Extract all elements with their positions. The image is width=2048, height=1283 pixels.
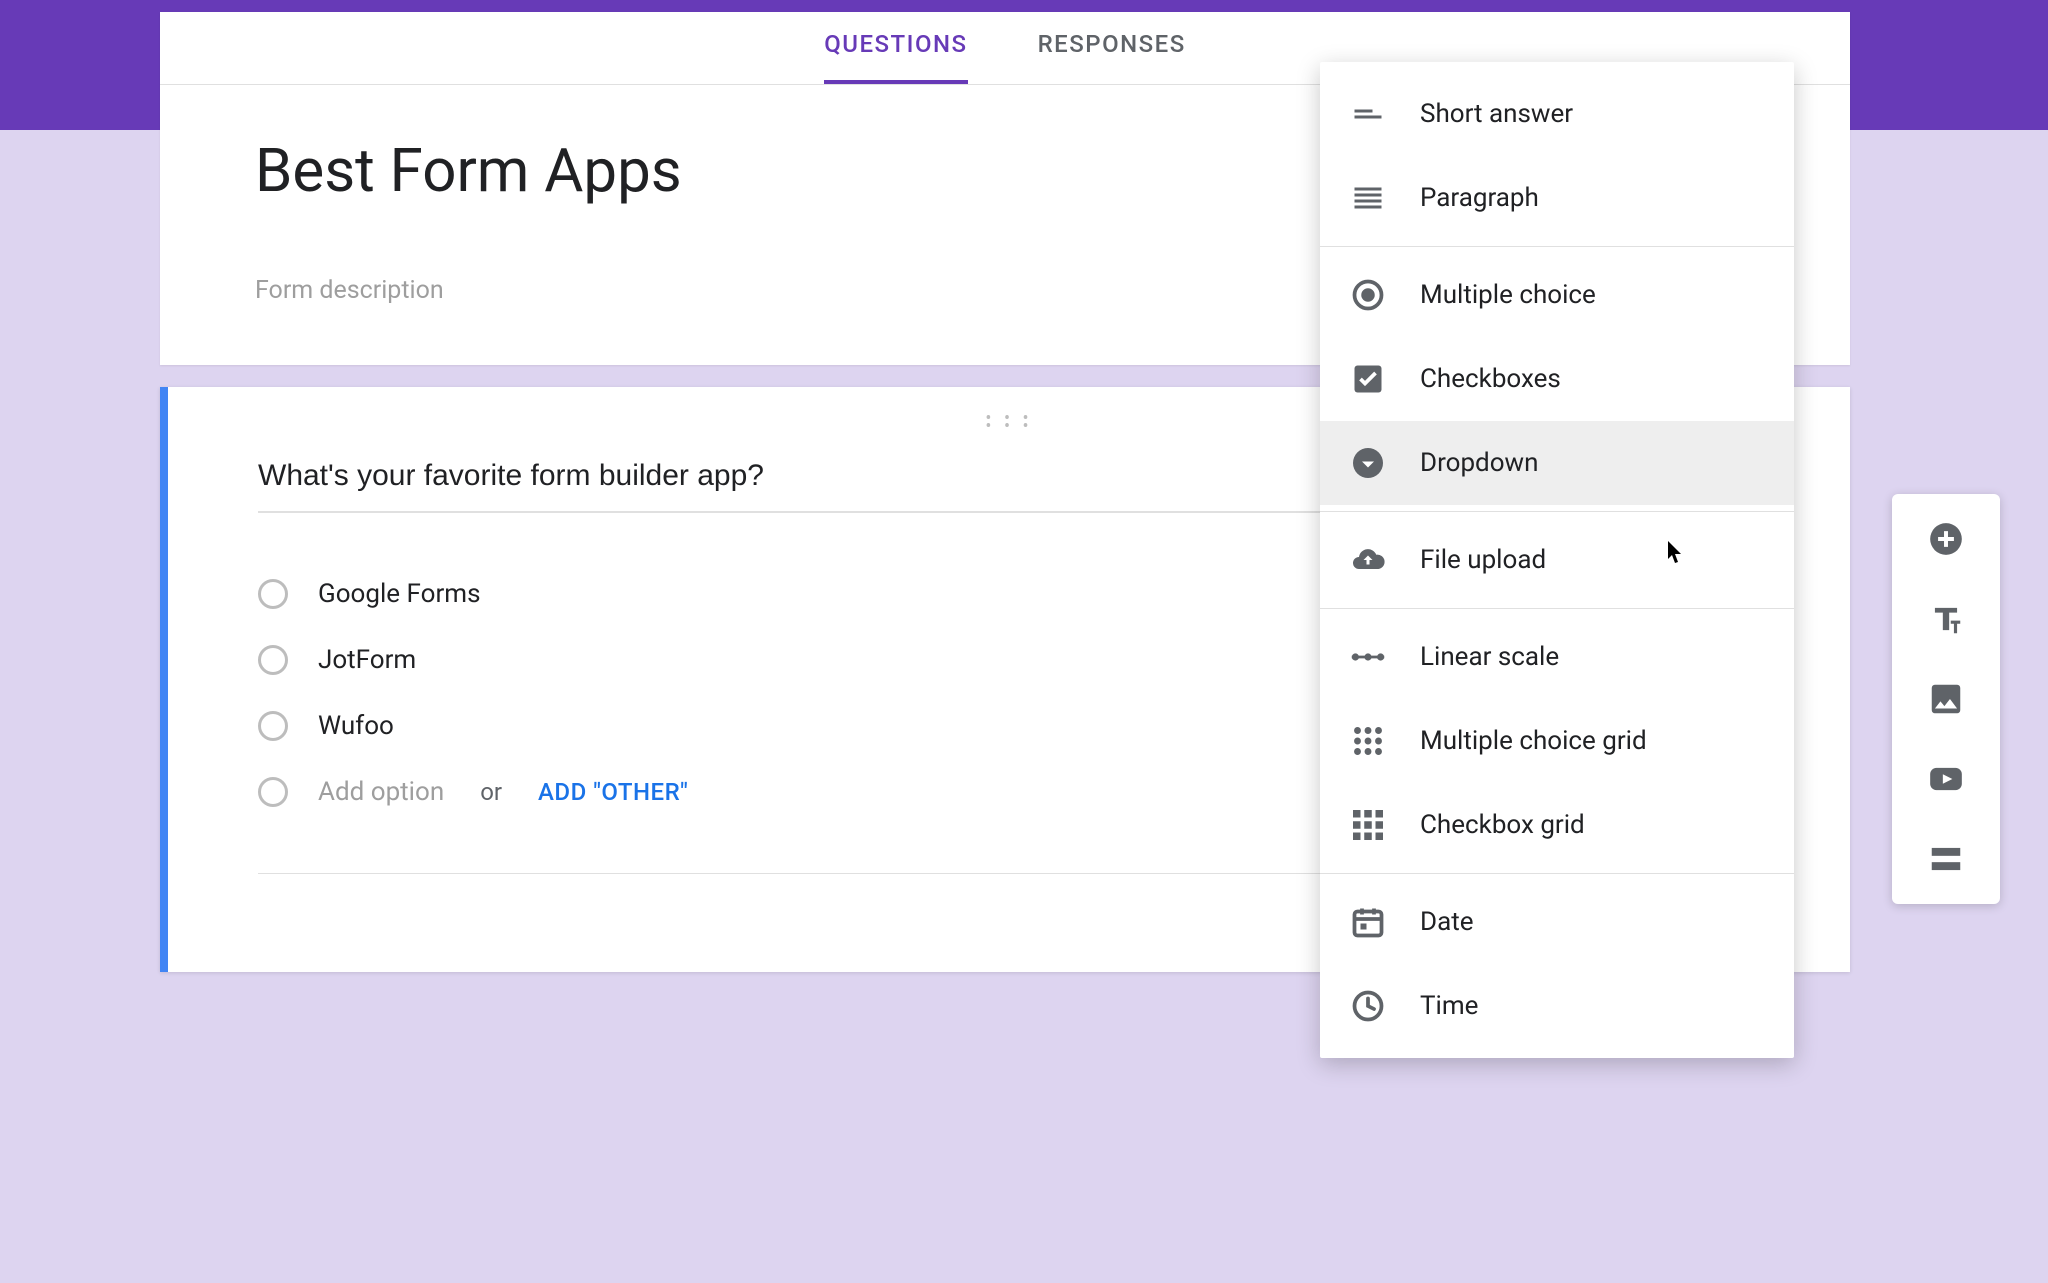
grid-squares-icon [1350, 807, 1386, 843]
paragraph-icon [1350, 180, 1386, 216]
add-other-button[interactable]: ADD "OTHER" [538, 778, 688, 806]
menu-item-label: Linear scale [1420, 642, 1559, 672]
menu-item-multiple-choice[interactable]: Multiple choice [1320, 253, 1794, 337]
menu-item-label: Multiple choice grid [1420, 726, 1647, 756]
add-video-icon[interactable] [1927, 760, 1965, 798]
floating-toolbar [1892, 494, 2000, 904]
menu-item-label: File upload [1420, 545, 1546, 575]
calendar-icon [1350, 904, 1386, 940]
cursor-icon [1668, 541, 1686, 571]
radio-empty-icon [258, 645, 288, 675]
menu-separator [1320, 608, 1794, 609]
menu-item-paragraph[interactable]: Paragraph [1320, 156, 1794, 240]
menu-item-mc-grid[interactable]: Multiple choice grid [1320, 699, 1794, 783]
menu-item-label: Checkboxes [1420, 364, 1561, 394]
checkbox-icon [1350, 361, 1386, 397]
menu-separator [1320, 246, 1794, 247]
menu-item-label: Multiple choice [1420, 280, 1596, 310]
menu-item-cb-grid[interactable]: Checkbox grid [1320, 783, 1794, 867]
tab-responses[interactable]: RESPONSES [1038, 30, 1186, 84]
menu-item-label: Date [1420, 907, 1474, 937]
menu-item-short-answer[interactable]: Short answer [1320, 72, 1794, 156]
tab-questions[interactable]: QUESTIONS [824, 30, 967, 84]
option-label[interactable]: Google Forms [318, 579, 481, 609]
add-title-icon[interactable] [1927, 600, 1965, 638]
menu-item-label: Checkbox grid [1420, 810, 1585, 840]
add-image-icon[interactable] [1927, 680, 1965, 718]
radio-empty-icon [258, 777, 288, 807]
question-type-menu: Short answer Paragraph Multiple choice C… [1320, 62, 1794, 1058]
dropdown-icon [1350, 445, 1386, 481]
menu-item-checkboxes[interactable]: Checkboxes [1320, 337, 1794, 421]
or-label: or [480, 778, 502, 806]
grid-dots-icon [1350, 723, 1386, 759]
add-question-icon[interactable] [1927, 520, 1965, 558]
cloud-upload-icon [1350, 542, 1386, 578]
menu-separator [1320, 511, 1794, 512]
add-section-icon[interactable] [1927, 840, 1965, 878]
add-option-button[interactable]: Add option [318, 777, 444, 807]
menu-item-label: Time [1420, 991, 1478, 1021]
radio-empty-icon [258, 579, 288, 609]
menu-item-linear-scale[interactable]: Linear scale [1320, 615, 1794, 699]
menu-item-label: Short answer [1420, 99, 1573, 129]
radio-empty-icon [258, 711, 288, 741]
menu-item-label: Paragraph [1420, 183, 1539, 213]
option-label[interactable]: Wufoo [318, 711, 394, 741]
radio-icon [1350, 277, 1386, 313]
menu-item-file-upload[interactable]: File upload [1320, 518, 1794, 602]
menu-item-date[interactable]: Date [1320, 880, 1794, 964]
clock-icon [1350, 988, 1386, 1024]
short-answer-icon [1350, 96, 1386, 132]
linear-scale-icon [1350, 639, 1386, 675]
menu-item-label: Dropdown [1420, 448, 1538, 478]
menu-item-dropdown[interactable]: Dropdown [1320, 421, 1794, 505]
menu-separator [1320, 873, 1794, 874]
option-label[interactable]: JotForm [318, 645, 416, 675]
menu-item-time[interactable]: Time [1320, 964, 1794, 1048]
